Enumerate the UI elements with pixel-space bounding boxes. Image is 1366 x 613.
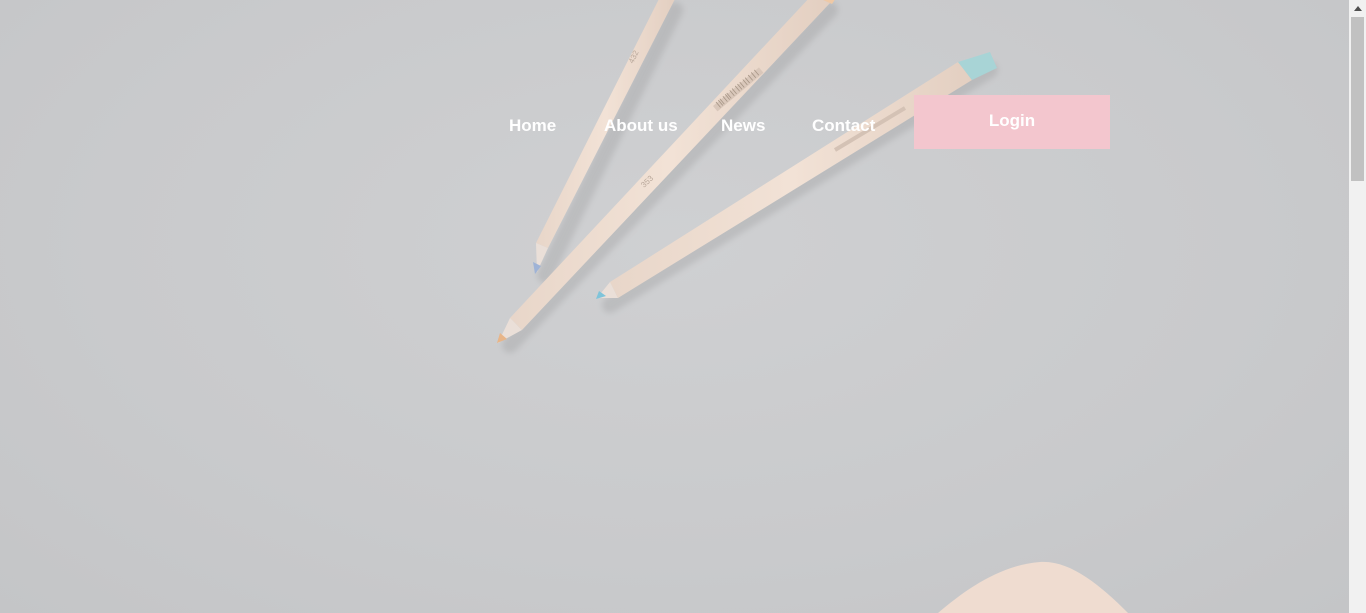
nav-link-about-us[interactable]: About us [604, 116, 678, 136]
nav-link-contact[interactable]: Contact [812, 116, 875, 136]
main-navigation: Home About us News Contact Login [0, 0, 1349, 160]
vertical-scrollbar[interactable] [1349, 0, 1366, 613]
nav-link-home[interactable]: Home [509, 116, 556, 136]
hand-shape [938, 561, 1128, 613]
login-button[interactable]: Login [914, 95, 1110, 149]
scroll-up-arrow-icon[interactable] [1349, 0, 1366, 17]
page-viewport: 432 353 Home About us News Contact Login [0, 0, 1349, 613]
nav-link-news[interactable]: News [721, 116, 765, 136]
scrollbar-thumb[interactable] [1351, 17, 1364, 181]
